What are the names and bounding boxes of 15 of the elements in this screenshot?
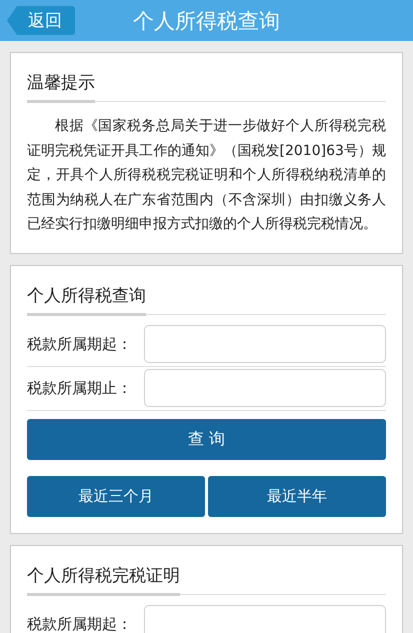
section-heading: 个人所得税查询 [27, 280, 146, 316]
page-title: 个人所得税查询 [132, 8, 281, 34]
notice-text: 根据《国家税务总局关于进一步做好个人所得税完税证明完税凭证开具工作的通知》（国税发[2010]63号）规定，开具个人所得税税完税证明和个人所得税纳税清单的范围为纳税人在广东省范围内（不含深圳）由扣缴义务人已经实行扣缴明细申报方式扣缴的个人所得税完税情况。 [27, 117, 386, 234]
period-button[interactable]: 最近半年 [208, 476, 386, 516]
query-button[interactable]: 查 询 [27, 418, 386, 460]
date-input-field[interactable] [144, 369, 386, 407]
section-heading: 温馨提示 [27, 67, 95, 103]
field-label: 税款所属期止： [27, 378, 133, 398]
section-heading: 个人所得税完税证明 [27, 560, 180, 596]
field-label: 税款所属期起： [27, 614, 133, 633]
back-button[interactable]: 返回 [7, 6, 75, 35]
period-button[interactable]: 最近三个月 [27, 476, 205, 516]
field-label: 税款所属期起： [27, 334, 133, 354]
date-input-field[interactable] [144, 325, 386, 363]
date-input-field[interactable] [144, 605, 386, 633]
